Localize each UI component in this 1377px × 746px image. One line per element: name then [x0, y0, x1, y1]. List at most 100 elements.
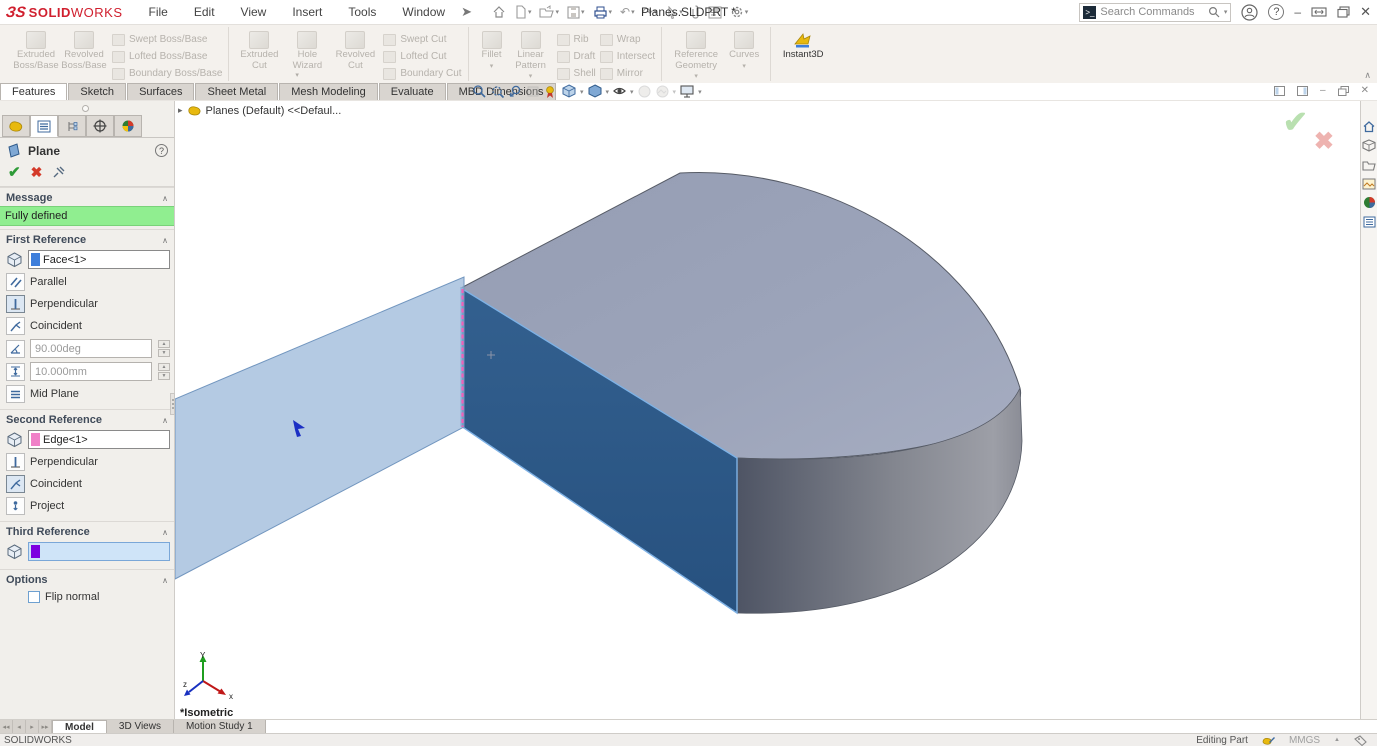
search-scope-caret[interactable]: ▾: [1224, 8, 1228, 16]
close-button[interactable]: ✕: [1360, 4, 1371, 20]
first-reference-section-header[interactable]: First Reference ∧: [0, 229, 174, 248]
flip-normal-option[interactable]: Flip normal: [0, 588, 174, 606]
collapse-ribbon-chevron[interactable]: ∧: [1364, 70, 1371, 81]
view-palette-tab[interactable]: [1362, 176, 1377, 191]
design-library-tab[interactable]: [1362, 138, 1377, 153]
attachments-button[interactable]: [689, 4, 702, 20]
menu-edit[interactable]: Edit: [192, 3, 217, 21]
motion-study-tab[interactable]: Motion Study 1: [174, 720, 266, 733]
settings-button[interactable]: ▾: [728, 4, 751, 20]
propertymanager-tab[interactable]: [30, 115, 58, 137]
panel-collapse-handle[interactable]: [82, 105, 89, 112]
wrap-button[interactable]: Wrap: [600, 32, 655, 47]
apply-scene-caret[interactable]: ▾: [673, 88, 677, 96]
view-orientation-caret[interactable]: ▾: [580, 88, 584, 96]
revolved-cut-button[interactable]: Revolved Cut: [331, 28, 379, 71]
pm-help-icon[interactable]: ?: [155, 144, 168, 157]
scroll-first-button[interactable]: ◂◂: [0, 720, 13, 733]
section-view-icon[interactable]: [526, 84, 540, 99]
span-displays-button[interactable]: [1311, 6, 1327, 18]
menu-view[interactable]: View: [239, 3, 269, 21]
select-button[interactable]: ▾: [663, 5, 685, 20]
message-section-header[interactable]: Message ∧: [0, 187, 174, 206]
coincident-option-second[interactable]: Coincident: [0, 473, 174, 495]
menu-pin-icon[interactable]: ➤: [461, 4, 472, 20]
help-icon[interactable]: ?: [1268, 4, 1284, 20]
3d-views-tab[interactable]: 3D Views: [107, 720, 174, 733]
model-tab[interactable]: Model: [52, 720, 107, 733]
tab-sheet-metal[interactable]: Sheet Metal: [195, 83, 278, 100]
flyout-expand-arrow[interactable]: ▸: [178, 105, 183, 116]
redo-button[interactable]: ↷▾: [641, 4, 660, 20]
second-reference-selection-box[interactable]: Edge<1>: [28, 430, 170, 449]
edit-appearance-icon[interactable]: [637, 84, 652, 99]
tag-icon[interactable]: [1354, 735, 1367, 746]
tab-evaluate[interactable]: Evaluate: [379, 83, 446, 100]
pm-pin-icon[interactable]: [52, 166, 66, 179]
angle-spinner[interactable]: ▲▼: [158, 340, 170, 357]
hole-wizard-caret[interactable]: ▾: [295, 71, 299, 79]
display-style-caret[interactable]: ▾: [606, 88, 610, 96]
undo-button[interactable]: ↶▾: [618, 4, 637, 20]
scroll-right-button[interactable]: ▸: [26, 720, 39, 733]
hide-show-items-caret[interactable]: ▾: [630, 88, 634, 96]
user-account-icon[interactable]: [1241, 4, 1258, 21]
instant3d-button[interactable]: Instant3D: [777, 28, 829, 61]
boundary-cut-button[interactable]: Boundary Cut: [383, 66, 461, 81]
extruded-cut-button[interactable]: Extruded Cut: [235, 28, 283, 71]
distance-spinner[interactable]: ▲▼: [158, 363, 170, 380]
menu-insert[interactable]: Insert: [290, 3, 324, 21]
perpendicular-option-second[interactable]: Perpendicular: [0, 451, 174, 473]
resources-tab[interactable]: [1362, 119, 1377, 134]
fillet-button[interactable]: Fillet▾: [475, 28, 509, 70]
swept-boss-base-button[interactable]: Swept Boss/Base: [112, 32, 222, 47]
first-reference-selection-box[interactable]: Face<1>: [28, 250, 170, 269]
distance-input[interactable]: 10.000mm: [30, 362, 152, 381]
angle-input[interactable]: 90.00deg: [30, 339, 152, 358]
confirm-ok-icon[interactable]: ✔: [1283, 105, 1308, 140]
parallel-option[interactable]: Parallel: [0, 271, 174, 293]
print-button[interactable]: ▾: [591, 5, 615, 20]
hole-wizard-button[interactable]: Hole Wizard: [283, 28, 331, 71]
dimxpertmanager-tab[interactable]: [86, 115, 114, 137]
hide-show-items-icon[interactable]: [612, 84, 627, 99]
tab-surfaces[interactable]: Surfaces: [127, 83, 194, 100]
flip-normal-checkbox[interactable]: [28, 591, 40, 603]
displaymanager-tab[interactable]: [114, 115, 142, 137]
doc-restore-button[interactable]: [1338, 86, 1349, 96]
graphics-viewport[interactable]: ▸ Planes (Default) <<Defaul... ✔ ✖ Y x z…: [175, 101, 1360, 719]
confirm-cancel-icon[interactable]: ✖: [1314, 127, 1334, 156]
view-settings-icon[interactable]: [679, 84, 695, 99]
doc-close-button[interactable]: ✕: [1361, 85, 1369, 96]
rib-button[interactable]: Rib: [557, 32, 596, 47]
display-style-icon[interactable]: [587, 84, 603, 99]
fillet-caret[interactable]: ▾: [490, 62, 494, 70]
view-settings-caret[interactable]: ▾: [698, 88, 702, 96]
linear-pattern-caret[interactable]: ▾: [529, 72, 533, 80]
draft-button[interactable]: Draft: [557, 49, 596, 64]
doc-minimize-button[interactable]: –: [1320, 85, 1326, 96]
options-list-button[interactable]: [706, 5, 724, 20]
perpendicular-option-first[interactable]: Perpendicular: [0, 293, 174, 315]
configurationmanager-tab[interactable]: [58, 115, 86, 137]
appearances-scenes-tab[interactable]: [1362, 195, 1377, 210]
pm-cancel-button[interactable]: ✖: [31, 164, 43, 181]
mid-plane-option[interactable]: Mid Plane: [0, 383, 174, 405]
pm-ok-button[interactable]: ✔: [8, 163, 21, 181]
revolved-boss-base-button[interactable]: Revolved Boss/Base: [60, 28, 108, 71]
zoom-to-area-icon[interactable]: [490, 84, 505, 99]
search-commands-box[interactable]: >_ Search Commands ▾: [1079, 3, 1231, 22]
second-reference-section-header[interactable]: Second Reference ∧: [0, 409, 174, 428]
open-button[interactable]: ▾: [537, 4, 561, 20]
menu-file[interactable]: File: [147, 3, 170, 21]
previous-view-icon[interactable]: [508, 84, 523, 99]
pane-right-icon[interactable]: [1297, 86, 1308, 96]
menu-window[interactable]: Window: [400, 3, 447, 21]
curves-caret[interactable]: ▾: [742, 62, 746, 70]
shell-button[interactable]: Shell: [557, 66, 596, 81]
linear-pattern-button[interactable]: Linear Pattern▾: [509, 28, 553, 80]
curves-button[interactable]: Curves▾: [724, 28, 764, 70]
minimize-button[interactable]: –: [1294, 5, 1301, 19]
search-input[interactable]: Search Commands: [1100, 6, 1203, 18]
apply-scene-icon[interactable]: [655, 84, 670, 99]
